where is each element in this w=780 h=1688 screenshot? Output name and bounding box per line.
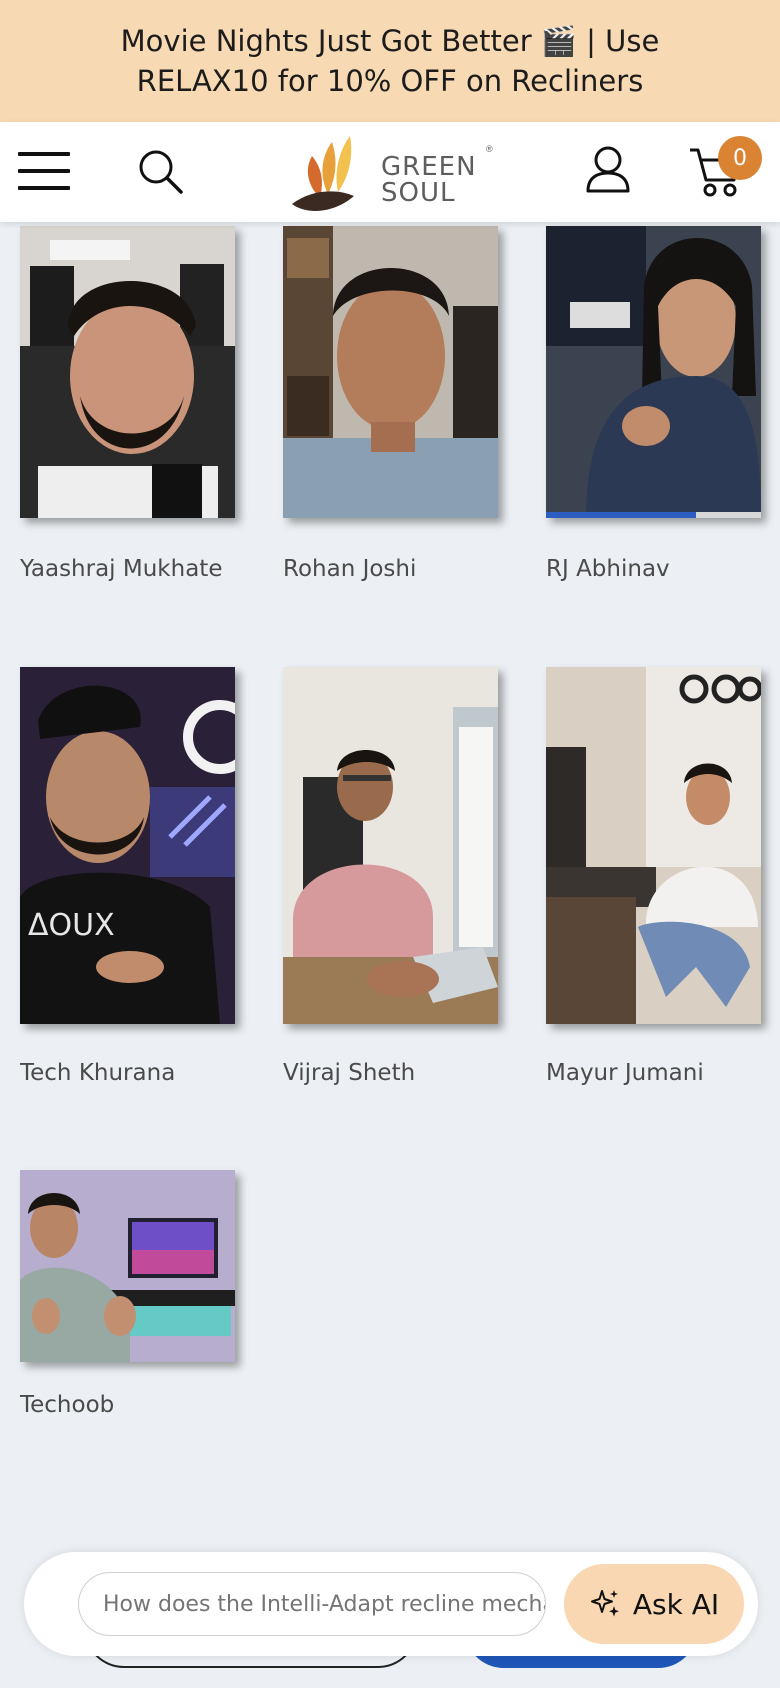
announcement-line-1: Movie Nights Just Got Better 🎬 | Use <box>120 24 660 58</box>
announcement-bar: Movie Nights Just Got Better 🎬 | Use REL… <box>0 0 780 122</box>
ask-ai-bar: Ask AI <box>24 1552 758 1656</box>
creator-video-thumbnail[interactable] <box>283 667 498 1024</box>
cart-count-badge: 0 <box>718 136 762 180</box>
creator-video-thumbnail[interactable] <box>546 667 761 1024</box>
creator-name[interactable]: Mayur Jumani <box>546 1060 704 1086</box>
registered-mark: ® <box>486 144 493 154</box>
creator-video-thumbnail[interactable] <box>20 1170 235 1362</box>
creator-name[interactable]: Vijraj Sheth <box>283 1060 415 1086</box>
creator-name[interactable]: Yaashraj Mukhate <box>20 556 222 582</box>
menu-button[interactable] <box>18 152 70 192</box>
announcement-line-2: RELAX10 for 10% OFF on Recliners <box>136 64 644 98</box>
search-button[interactable] <box>136 147 186 197</box>
ask-ai-button[interactable]: Ask AI <box>564 1564 744 1644</box>
creator-video-thumbnail[interactable] <box>546 226 761 518</box>
account-button[interactable] <box>584 145 632 195</box>
creator-video-thumbnail[interactable] <box>20 226 235 518</box>
creator-name[interactable]: Rohan Joshi <box>283 556 416 582</box>
menu-icon <box>18 152 70 190</box>
logo-line-soul: SOUL <box>381 178 456 208</box>
ask-ai-input[interactable] <box>78 1572 546 1636</box>
creator-name[interactable]: Tech Khurana <box>20 1060 175 1086</box>
site-header: GREEN SOUL ® 0 <box>0 122 780 222</box>
logo-line-green: GREEN <box>381 152 477 182</box>
leaf-logo-icon <box>292 136 354 211</box>
user-icon <box>586 146 630 193</box>
creator-video-thumbnail[interactable] <box>283 226 498 518</box>
creator-name[interactable]: RJ Abhinav <box>546 556 670 582</box>
svg-text:ΔOUX: ΔOUX <box>28 908 115 943</box>
logo-wordmark: GREEN SOUL <box>381 154 477 206</box>
search-icon <box>139 150 183 194</box>
green-soul-logo[interactable]: GREEN SOUL ® <box>290 130 500 214</box>
creator-name[interactable]: Techoob <box>20 1392 114 1418</box>
sparkle-icon <box>590 1590 619 1617</box>
creator-video-thumbnail[interactable]: ΔOUX <box>20 667 235 1024</box>
ask-ai-label: Ask AI <box>632 1587 720 1621</box>
